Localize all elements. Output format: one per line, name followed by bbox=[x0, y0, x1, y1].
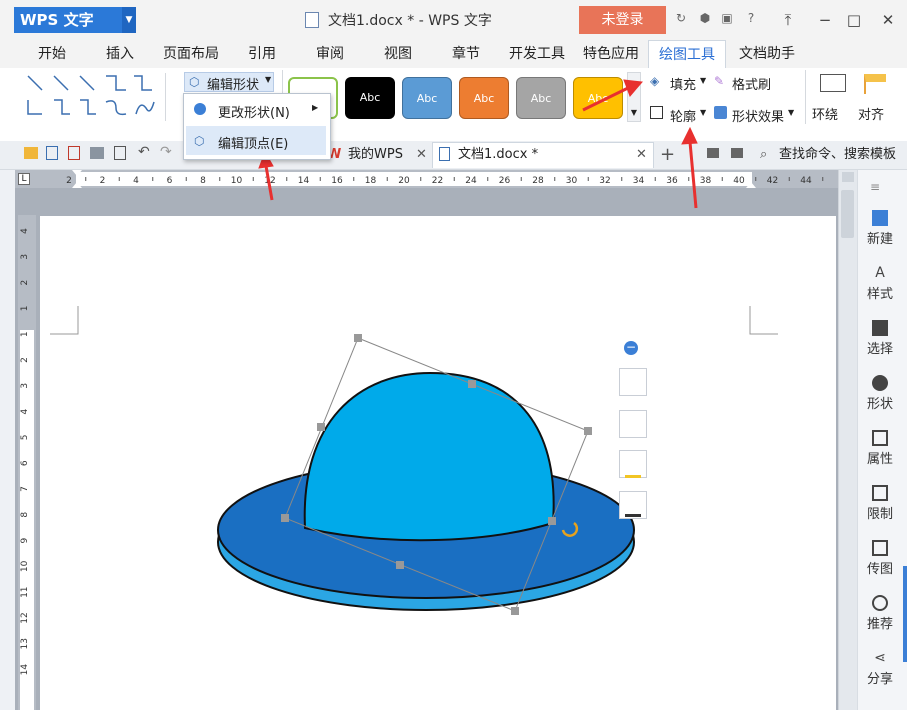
resize-handle bbox=[548, 517, 556, 525]
sidebar-label: 新建 bbox=[866, 232, 893, 247]
resize-handle bbox=[396, 561, 404, 569]
resize-handle bbox=[584, 427, 592, 435]
lock-icon bbox=[872, 485, 888, 501]
vertical-scrollbar[interactable] bbox=[838, 170, 858, 710]
styles-icon: A bbox=[875, 265, 885, 281]
sidebar-label: 分享 bbox=[866, 672, 893, 687]
edit-vertices-label: 编辑顶点(E) bbox=[218, 137, 289, 152]
annotation-arrow bbox=[623, 79, 643, 97]
sidebar-item-styles[interactable]: A 样式 bbox=[858, 265, 902, 302]
sidebar-item-shapes[interactable]: 形状 bbox=[858, 375, 902, 412]
annotation-arrow bbox=[681, 126, 698, 145]
sidebar-label: 选择 bbox=[866, 342, 893, 357]
shapes-icon bbox=[872, 375, 888, 391]
sidebar-label: 推荐 bbox=[866, 617, 893, 632]
resize-handle bbox=[354, 334, 362, 342]
hat-drawing bbox=[217, 79, 698, 615]
menu-icon[interactable]: ≡ bbox=[870, 180, 880, 194]
sidebar-item-share[interactable]: ⋖ 分享 bbox=[858, 650, 902, 687]
menu-item-edit-vertices[interactable]: ⬡ 编辑顶点(E) bbox=[186, 126, 326, 155]
properties-icon bbox=[872, 430, 888, 446]
image-icon bbox=[872, 540, 888, 556]
sidebar-label: 传图 bbox=[866, 562, 893, 577]
sidebar-item-recommend[interactable]: 推荐 bbox=[858, 595, 902, 632]
collapse-icon[interactable]: − bbox=[624, 341, 638, 355]
sidebar-item-restrict[interactable]: 限制 bbox=[858, 485, 902, 522]
sidebar-label: 样式 bbox=[866, 287, 893, 302]
sidebar-scroll-indicator bbox=[903, 566, 907, 662]
resize-handle bbox=[281, 514, 289, 522]
sidebar-item-upload-image[interactable]: 传图 bbox=[858, 540, 902, 577]
chevron-right-icon: ▶ bbox=[312, 103, 319, 112]
select-icon bbox=[872, 320, 888, 336]
hat-shape[interactable] bbox=[217, 371, 635, 611]
sidebar-item-properties[interactable]: 属性 bbox=[858, 430, 902, 467]
new-document-icon bbox=[872, 210, 888, 226]
sidebar-label: 形状 bbox=[866, 397, 893, 412]
hat-crown bbox=[303, 371, 555, 542]
menu-item-change-shape[interactable]: 更改形状(N) ▶ bbox=[186, 96, 326, 125]
sidebar-label: 限制 bbox=[866, 507, 893, 522]
scroll-thumb[interactable] bbox=[841, 190, 854, 238]
layout-options-icon[interactable] bbox=[619, 368, 647, 396]
scroll-up-button[interactable] bbox=[842, 172, 854, 182]
change-shape-label: 更改形状(N) bbox=[218, 106, 290, 121]
resize-handle bbox=[468, 380, 476, 388]
shape-style-icon[interactable] bbox=[619, 410, 647, 438]
fill-color-icon[interactable] bbox=[619, 450, 647, 478]
outline-color-bar bbox=[625, 514, 641, 517]
fill-color-bar bbox=[625, 475, 641, 478]
sidebar-label: 属性 bbox=[866, 452, 893, 467]
change-shape-icon bbox=[194, 103, 206, 115]
share-icon: ⋖ bbox=[874, 650, 886, 666]
resize-handle bbox=[511, 607, 519, 615]
resize-handle bbox=[317, 423, 325, 431]
edit-vertices-icon: ⬡ bbox=[194, 134, 205, 148]
sidebar-item-select[interactable]: 选择 bbox=[858, 320, 902, 357]
sidebar-item-new[interactable]: 新建 bbox=[858, 210, 902, 247]
badge-icon bbox=[872, 595, 888, 611]
